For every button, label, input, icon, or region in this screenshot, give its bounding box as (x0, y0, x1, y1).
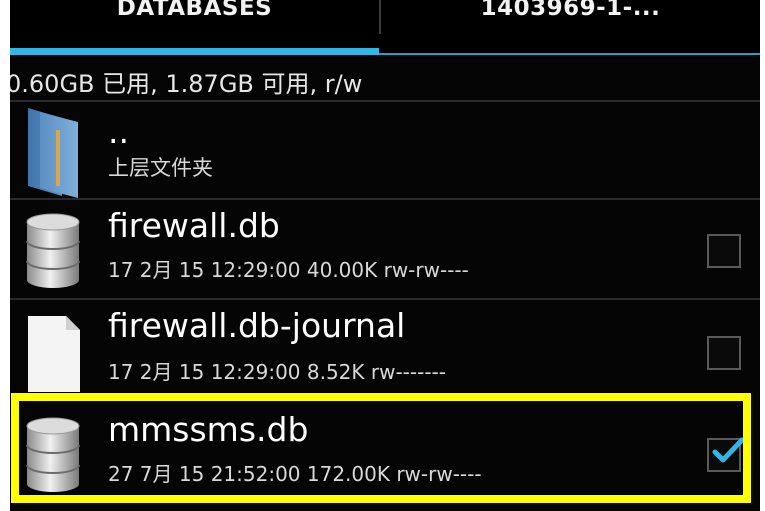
file-meta: 17 2月 15 12:29:00 40.00K rw-rw---- (108, 258, 469, 282)
database-icon (26, 213, 80, 288)
storage-info: 0.60GB 已用, 1.87GB 可用, r/w (10, 70, 363, 98)
tab-label: DATABASES (116, 0, 273, 21)
folder-icon (28, 108, 78, 198)
file-row-parent-folder[interactable]: .. 上层文件夹 (10, 102, 760, 198)
tab-bar: DATABASES 1403969-1-... (10, 0, 760, 58)
file-meta: 上层文件夹 (108, 156, 213, 180)
checkmark-icon (712, 437, 745, 463)
tab-databases[interactable]: DATABASES (10, 0, 379, 48)
select-checkbox[interactable] (707, 336, 741, 370)
file-row-mmssms-db[interactable]: mmssms.db 27 7月 15 21:52:00 172.00K rw-r… (10, 400, 760, 500)
file-row-firewall-db-journal[interactable]: firewall.db-journal 17 2月 15 12:29:00 8.… (10, 300, 760, 392)
select-checkbox-checked[interactable] (707, 437, 745, 472)
tab-selected-indicator (10, 48, 379, 55)
tab-current-folder[interactable]: 1403969-1-... (381, 0, 760, 48)
file-manager-screen: DATABASES 1403969-1-... 0.60GB 已用, 1.87G… (10, 0, 760, 511)
file-meta: 27 7月 15 21:52:00 172.00K rw-rw---- (108, 462, 482, 486)
file-icon (28, 316, 80, 392)
file-name: mmssms.db (108, 410, 309, 449)
file-name: .. (108, 112, 129, 151)
file-name: firewall.db (108, 206, 280, 245)
tab-label: 1403969-1-... (480, 0, 661, 21)
file-row-firewall-db[interactable]: firewall.db 17 2月 15 12:29:00 40.00K rw-… (10, 200, 760, 296)
file-name: firewall.db-journal (108, 306, 406, 345)
select-checkbox[interactable] (707, 234, 741, 268)
file-meta: 17 2月 15 12:29:00 8.52K rw------- (108, 360, 446, 384)
database-icon (26, 417, 80, 492)
